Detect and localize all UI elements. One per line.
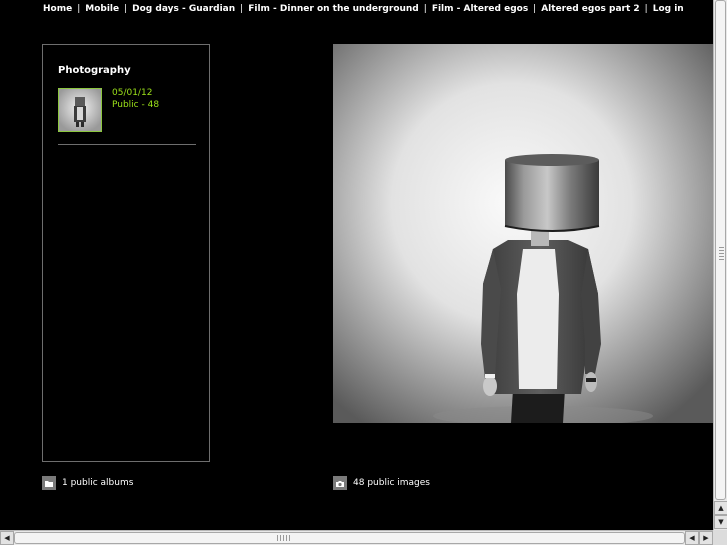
grip-icon [277,535,291,541]
nav-film-altered-egos[interactable]: Film - Altered egos [432,4,528,14]
album-panel: Photography 05/01/12 Public - 48 [42,44,210,462]
horizontal-scroll-thumb[interactable] [14,532,685,544]
scroll-left-button[interactable]: ◀ [0,531,14,545]
nav-film-dinner-underground[interactable]: Film - Dinner on the underground [248,4,419,14]
folder-icon [42,476,56,490]
top-navigation: Home | Mobile | Dog days - Guardian | Fi… [43,2,684,16]
nav-mobile[interactable]: Mobile [85,4,119,14]
featured-photo[interactable] [333,44,713,423]
album-visibility: Public - 48 [112,100,160,110]
nav-home[interactable]: Home [43,4,72,14]
nav-dog-days-guardian[interactable]: Dog days - Guardian [132,4,235,14]
featured-photo-image [333,44,713,423]
vertical-scrollbar[interactable]: ▲ ▼ [713,0,727,530]
album-title[interactable]: Photography [58,65,131,76]
page: Home | Mobile | Dog days - Guardian | Fi… [0,0,727,545]
scrollbar-corner [713,530,727,545]
public-images-stat: 48 public images [333,476,430,490]
nav-separator: | [423,4,427,14]
album-date: 05/01/12 [112,88,153,98]
scroll-left-button-2[interactable]: ◀ [685,531,699,545]
public-albums-stat: 1 public albums [42,476,133,490]
nav-altered-egos-part-2[interactable]: Altered egos part 2 [541,4,639,14]
nav-separator: | [124,4,128,14]
public-albums-count: 1 public albums [62,478,134,488]
horizontal-scrollbar[interactable]: ◀ ◀ ▶ [0,530,713,545]
camera-icon [333,476,347,490]
nav-log-in[interactable]: Log in [653,4,684,14]
album-thumbnail[interactable] [58,88,102,132]
scroll-up-button[interactable]: ▲ [714,501,727,515]
scroll-down-button[interactable]: ▼ [714,515,727,529]
divider [58,144,196,145]
album-meta: 05/01/12 Public - 48 [112,87,159,111]
public-images-count: 48 public images [353,478,430,488]
nav-separator: | [533,4,537,14]
vertical-scroll-thumb[interactable] [715,0,726,500]
nav-separator: | [240,4,244,14]
scroll-right-button[interactable]: ▶ [699,531,713,545]
grip-icon [719,247,724,261]
album-thumbnail-image [59,89,101,131]
nav-separator: | [644,4,648,14]
nav-separator: | [77,4,81,14]
